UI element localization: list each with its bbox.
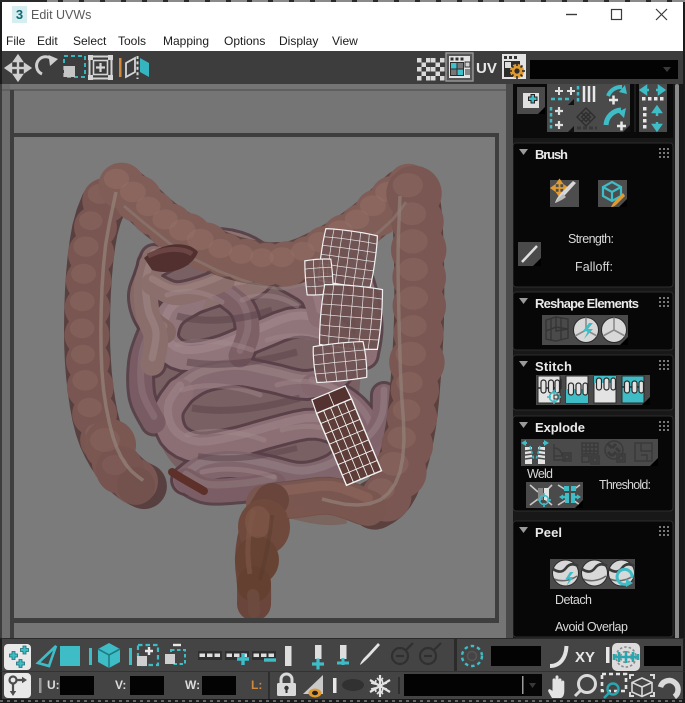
svg-text:UV: UV (476, 60, 497, 77)
svg-text:Stitch: Stitch (535, 359, 572, 374)
svg-text:Strength:: Strength: (568, 232, 614, 246)
svg-text:Brush: Brush (535, 147, 568, 162)
svg-text:W:: W: (185, 678, 200, 692)
svg-text:Avoid Overlap: Avoid Overlap (555, 620, 628, 634)
svg-text:Falloff:: Falloff: (575, 260, 613, 274)
svg-text:XY: XY (575, 649, 595, 666)
svg-text:Weld: Weld (527, 467, 553, 481)
svg-text:Explode: Explode (535, 420, 585, 435)
svg-text:Peel: Peel (535, 525, 562, 540)
svg-text:Detach: Detach (555, 593, 592, 607)
svg-text:V:: V: (115, 678, 126, 692)
svg-text:U:: U: (47, 678, 60, 692)
svg-text:Reshape Elements: Reshape Elements (535, 296, 639, 311)
svg-text:Threshold:: Threshold: (599, 478, 651, 492)
svg-text:L:: L: (251, 678, 262, 692)
